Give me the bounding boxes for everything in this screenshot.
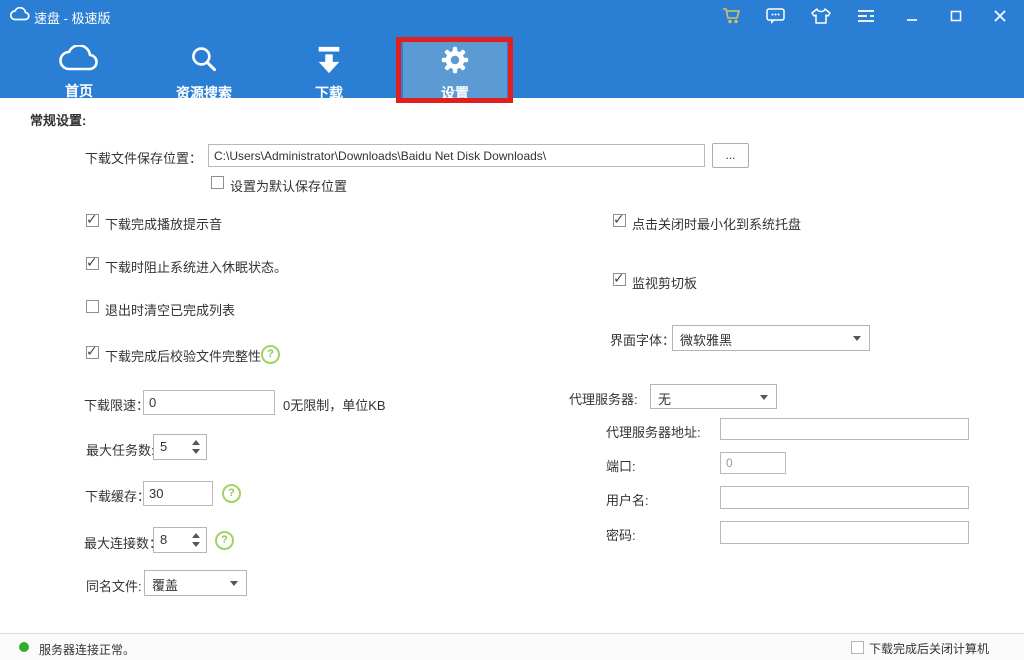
clear-completed-label[interactable]: 退出时清空已完成列表 (105, 300, 235, 319)
tab-settings-label: 设置 (441, 83, 469, 103)
username-input[interactable] (720, 486, 969, 509)
play-sound-checkbox[interactable] (86, 214, 99, 227)
clear-completed-checkbox[interactable] (86, 300, 99, 313)
max-tasks-label: 最大任务数: (86, 440, 155, 459)
server-status-dot-icon (19, 642, 29, 652)
window-title: 速盘 - 极速版 (34, 8, 111, 27)
watch-clipboard-label[interactable]: 监视剪切板 (632, 273, 697, 292)
max-connections-label: 最大连接数： (84, 533, 162, 552)
tab-resource-search[interactable]: 资源搜索 (152, 38, 256, 98)
cloud-home-icon (59, 45, 99, 78)
close-button[interactable] (987, 4, 1013, 28)
maximize-button[interactable] (943, 4, 969, 28)
port-label: 端口: (606, 456, 636, 475)
max-tasks-up-button[interactable] (192, 440, 200, 445)
cache-label: 下载缓存： (85, 486, 150, 505)
skin-shirt-icon[interactable] (808, 4, 834, 28)
max-connections-up-button[interactable] (192, 533, 200, 538)
shutdown-after-download-label[interactable]: 下载完成后关闭计算机 (869, 640, 989, 657)
proxy-value: 无 (658, 389, 671, 408)
max-connections-value: 8 (160, 532, 167, 547)
cache-input[interactable] (143, 481, 213, 506)
max-tasks-value: 5 (160, 439, 167, 454)
proxy-address-input[interactable] (720, 418, 969, 440)
header: 速盘 - 极速版 首页 (0, 0, 1024, 98)
server-status-text: 服务器连接正常。 (39, 641, 135, 658)
proxy-select[interactable]: 无 (650, 384, 777, 409)
watch-clipboard-checkbox[interactable] (613, 273, 626, 286)
speed-limit-label: 下载限速： (84, 395, 149, 414)
same-name-label: 同名文件: (86, 576, 142, 595)
speed-limit-input[interactable] (143, 390, 275, 415)
prevent-sleep-checkbox[interactable] (86, 257, 99, 270)
max-connections-down-button[interactable] (192, 542, 200, 547)
proxy-address-label: 代理服务器地址: (606, 422, 701, 441)
gear-icon (439, 45, 471, 80)
chat-icon[interactable] (763, 4, 789, 28)
password-input[interactable] (720, 521, 969, 544)
same-name-value: 覆盖 (152, 575, 178, 594)
ui-font-value: 微软雅黑 (680, 330, 732, 349)
default-save-location-label[interactable]: 设置为默认保存位置 (230, 176, 347, 195)
search-icon (188, 45, 220, 80)
proxy-label: 代理服务器: (569, 389, 638, 408)
default-save-location-checkbox[interactable] (211, 176, 224, 189)
tab-settings[interactable]: 设置 (403, 38, 507, 98)
max-tasks-down-button[interactable] (192, 449, 200, 454)
cache-help-icon[interactable] (222, 484, 241, 503)
ui-font-label: 界面字体： (610, 330, 675, 349)
list-menu-icon[interactable] (853, 4, 879, 28)
prevent-sleep-label[interactable]: 下载时阻止系统进入休眠状态。 (105, 257, 287, 276)
save-location-input[interactable] (208, 144, 705, 167)
max-connections-stepper[interactable]: 8 (153, 527, 207, 553)
cart-icon[interactable] (719, 4, 745, 28)
browse-button[interactable]: ... (712, 143, 749, 168)
tab-home-label: 首页 (65, 81, 93, 101)
chevron-down-icon (760, 395, 768, 400)
chevron-down-icon (853, 336, 861, 341)
chevron-down-icon (230, 581, 238, 586)
port-input[interactable] (720, 452, 786, 474)
download-icon (314, 45, 344, 80)
max-connections-help-icon[interactable] (215, 531, 234, 550)
verify-integrity-help-icon[interactable] (261, 345, 280, 364)
tab-home[interactable]: 首页 (27, 38, 131, 98)
shutdown-after-download-checkbox[interactable] (851, 641, 864, 654)
tab-download-label: 下载 (315, 83, 343, 103)
minimize-to-tray-label[interactable]: 点击关闭时最小化到系统托盘 (632, 214, 801, 233)
section-title-general: 常规设置: (30, 110, 86, 129)
minimize-button[interactable] (899, 4, 925, 28)
verify-integrity-checkbox[interactable] (86, 346, 99, 359)
save-location-label: 下载文件保存位置： (85, 148, 202, 167)
app-logo-cloud-icon (10, 7, 30, 27)
app-window: 速盘 - 极速版 首页 (0, 0, 1024, 660)
verify-integrity-label[interactable]: 下载完成后校验文件完整性 (105, 346, 261, 365)
max-tasks-stepper[interactable]: 5 (153, 434, 207, 460)
password-label: 密码: (606, 525, 636, 544)
minimize-to-tray-checkbox[interactable] (613, 214, 626, 227)
username-label: 用户名: (606, 490, 649, 509)
same-name-select[interactable]: 覆盖 (144, 570, 247, 596)
ui-font-select[interactable]: 微软雅黑 (672, 325, 870, 351)
tab-download[interactable]: 下载 (277, 38, 381, 98)
status-bar: 服务器连接正常。 下载完成后关闭计算机 (0, 633, 1024, 660)
tab-resource-search-label: 资源搜索 (176, 83, 232, 103)
play-sound-label[interactable]: 下载完成播放提示音 (105, 214, 222, 233)
speed-limit-hint: 0无限制，单位KB (283, 395, 386, 414)
